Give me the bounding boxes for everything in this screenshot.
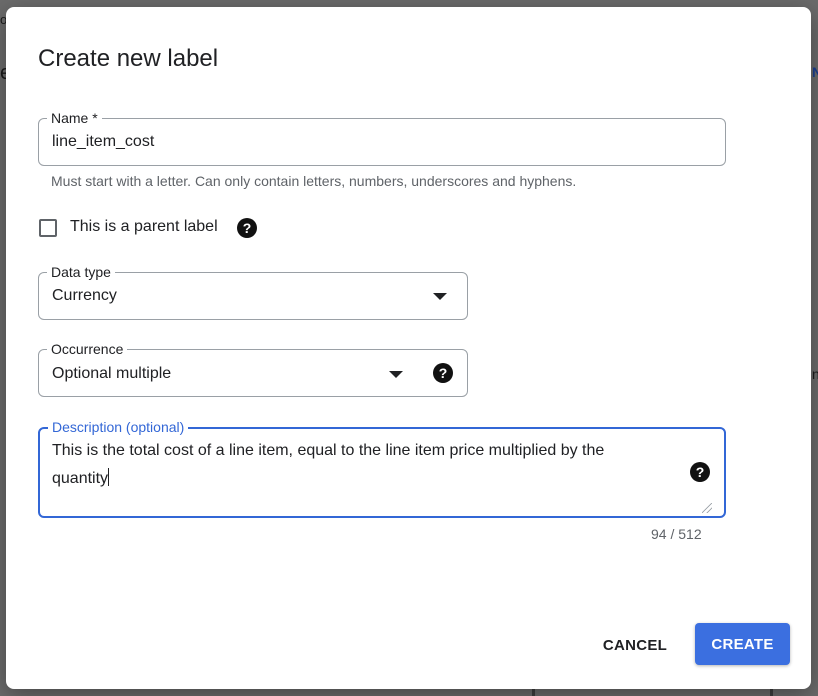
create-label-dialog: Create new label Name * line_item_cost M… bbox=[6, 7, 811, 689]
name-field-label: Name * bbox=[47, 109, 102, 127]
description-textarea[interactable]: Description (optional) This is the total… bbox=[38, 418, 726, 518]
description-label: Description (optional) bbox=[48, 418, 189, 436]
parent-label-checkbox[interactable] bbox=[39, 219, 57, 237]
bg-fragment: n bbox=[812, 366, 818, 382]
resize-handle-icon[interactable] bbox=[702, 503, 712, 513]
text-cursor bbox=[108, 468, 110, 486]
bg-fragment: N bbox=[812, 64, 818, 80]
name-field-hint: Must start with a letter. Can only conta… bbox=[51, 173, 577, 189]
parent-label-text: This is a parent label bbox=[70, 218, 218, 235]
help-circle-icon[interactable]: ? bbox=[690, 462, 710, 482]
occurrence-select[interactable]: Occurrence Optional multiple ? bbox=[38, 340, 468, 397]
description-line: This is the total cost of a line item, e… bbox=[52, 442, 605, 459]
description-text[interactable]: This is the total cost of a line item, e… bbox=[52, 437, 672, 493]
bg-divider bbox=[532, 689, 535, 696]
bg-divider bbox=[770, 689, 773, 696]
occurrence-value: Optional multiple bbox=[52, 365, 172, 382]
character-counter: 94 / 512 bbox=[651, 526, 702, 542]
description-line: quantity bbox=[52, 470, 109, 487]
help-circle-icon[interactable]: ? bbox=[237, 218, 257, 238]
cancel-button[interactable]: CANCEL bbox=[590, 627, 680, 663]
name-field-value[interactable]: line_item_cost bbox=[52, 130, 154, 154]
create-button[interactable]: CREATE bbox=[695, 623, 790, 665]
data-type-select[interactable]: Data type Currency bbox=[38, 263, 468, 320]
occurrence-label: Occurrence bbox=[47, 340, 128, 358]
data-type-value: Currency bbox=[52, 287, 117, 304]
data-type-label: Data type bbox=[47, 263, 115, 281]
description-line-2: quantity bbox=[52, 465, 672, 493]
name-field[interactable]: Name * line_item_cost bbox=[38, 109, 726, 166]
chevron-down-icon[interactable] bbox=[433, 293, 447, 300]
chevron-down-icon[interactable] bbox=[389, 371, 403, 378]
help-circle-icon[interactable]: ? bbox=[433, 363, 453, 383]
dialog-title: Create new label bbox=[38, 45, 219, 72]
